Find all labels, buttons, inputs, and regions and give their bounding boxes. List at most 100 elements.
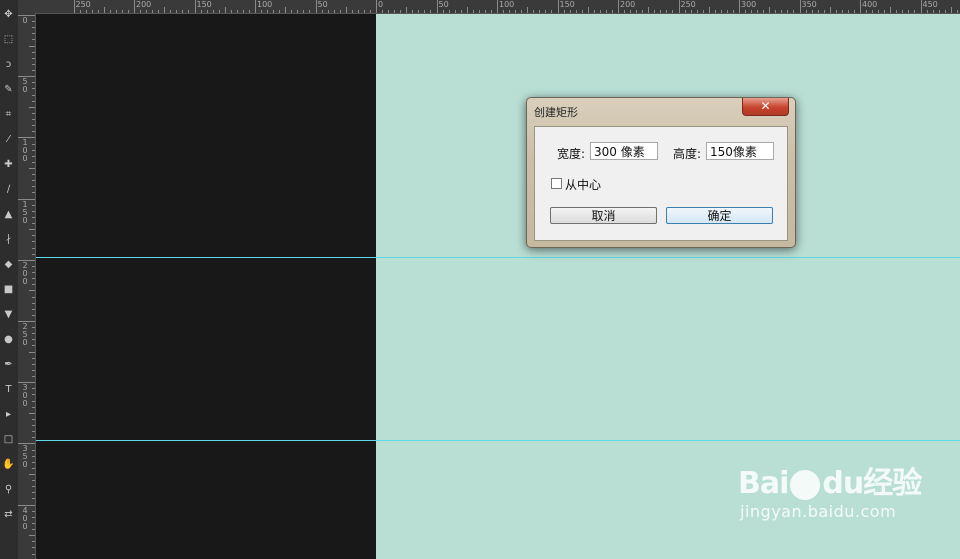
- width-label: 宽度:: [557, 147, 586, 161]
- ruler-tick: [563, 10, 565, 13]
- ruler-tick: [32, 529, 35, 531]
- marquee-tool-icon[interactable]: ⬚: [2, 33, 15, 46]
- ruler-tick: [103, 7, 105, 13]
- from-center-checkbox[interactable]: [551, 178, 562, 189]
- ruler-tick: [841, 10, 843, 13]
- lasso-tool-icon[interactable]: ↄ: [2, 58, 15, 71]
- healing-tool-icon[interactable]: ✚: [2, 158, 15, 171]
- blur-tool-icon[interactable]: ▼: [2, 308, 15, 321]
- ruler-tick: [872, 10, 874, 13]
- ruler-tick: [140, 10, 142, 13]
- horizontal-guide[interactable]: [36, 257, 960, 258]
- ruler-tick: [32, 186, 35, 188]
- ruler-tick: [32, 21, 35, 23]
- ruler-tick: [32, 265, 35, 267]
- quick-select-tool-icon[interactable]: ✎: [2, 83, 15, 96]
- eraser-tool-icon[interactable]: ◆: [2, 258, 15, 271]
- ruler-tick: [950, 7, 952, 13]
- ruler-label: 50: [22, 77, 28, 95]
- ruler-tick: [956, 10, 958, 13]
- ruler-tick: [763, 10, 765, 13]
- ruler-tick: [533, 10, 535, 13]
- ruler-tick: [739, 0, 740, 13]
- ruler-tick: [581, 10, 583, 13]
- rectangle-tool-icon[interactable]: □: [2, 433, 15, 446]
- ruler-tick: [29, 45, 35, 47]
- ruler-tick: [18, 504, 35, 506]
- ruler-tick: [32, 100, 35, 102]
- ruler-tick: [85, 10, 87, 13]
- ruler-tick: [436, 0, 438, 13]
- ruler-tick: [345, 7, 347, 13]
- ruler-tick: [32, 296, 35, 298]
- ruler-tick: [91, 10, 93, 13]
- pen-tool-icon[interactable]: ✒: [2, 358, 15, 371]
- ruler-tick: [732, 10, 734, 13]
- ruler-tick: [781, 10, 783, 13]
- ruler-tick: [418, 10, 420, 13]
- ruler-tick: [575, 10, 577, 13]
- ruler-tick: [430, 10, 432, 13]
- height-input[interactable]: 150像素: [706, 142, 774, 160]
- width-input[interactable]: 300 像素: [590, 142, 658, 160]
- ruler-tick: [521, 10, 523, 13]
- ruler-tick: [109, 10, 111, 13]
- ruler-tick: [775, 10, 777, 13]
- vertical-ruler: 0 50 100 150 200 250 300 350 400: [18, 13, 36, 559]
- type-tool-icon[interactable]: T: [2, 383, 15, 396]
- ruler-tick: [127, 10, 129, 13]
- ruler-tick: [32, 388, 35, 390]
- ruler-tick: [569, 10, 571, 13]
- brush-tool-icon[interactable]: ∕: [2, 183, 15, 196]
- horizontal-guide[interactable]: [36, 440, 960, 441]
- ruler-tick: [32, 553, 35, 555]
- ruler-label: 250: [75, 0, 91, 9]
- zoom-tool-icon[interactable]: ⚲: [2, 483, 15, 496]
- gradient-tool-icon[interactable]: ■: [2, 283, 15, 296]
- ruler-label: 150: [196, 0, 212, 9]
- crop-tool-icon[interactable]: ⌗: [2, 108, 15, 121]
- stamp-tool-icon[interactable]: ▲: [2, 208, 15, 221]
- ruler-tick: [624, 10, 626, 13]
- ruler-tick: [32, 418, 35, 420]
- ruler-tick: [406, 7, 408, 13]
- ruler-tick: [18, 382, 35, 384]
- ruler-tick: [261, 10, 263, 13]
- ruler-label: 200: [22, 260, 28, 286]
- hand-tool-icon[interactable]: ✋: [2, 458, 15, 471]
- ruler-tick: [702, 10, 704, 13]
- ruler-tick: [684, 10, 686, 13]
- ruler-tick: [32, 425, 35, 427]
- swap-colors-icon[interactable]: ⇄: [2, 508, 15, 521]
- ruler-tick: [932, 10, 934, 13]
- ruler-tick: [32, 547, 35, 549]
- ruler-tick: [599, 10, 601, 13]
- ruler-tick: [690, 10, 692, 13]
- dodge-tool-icon[interactable]: ●: [2, 333, 15, 346]
- cancel-button[interactable]: 取消: [550, 207, 657, 224]
- ruler-tick: [382, 10, 384, 13]
- ruler-tick: [32, 33, 35, 35]
- history-brush-tool-icon[interactable]: ∤: [2, 233, 15, 246]
- ruler-tick: [315, 0, 317, 13]
- ruler-tick: [32, 119, 35, 121]
- ruler-tick: [817, 10, 819, 13]
- ruler-tick: [472, 10, 474, 13]
- ruler-tick: [32, 339, 35, 341]
- close-button[interactable]: ✕: [742, 98, 789, 116]
- ruler-label: 250: [22, 322, 28, 347]
- eyedropper-tool-icon[interactable]: ⁄: [2, 133, 15, 146]
- ruler-tick: [805, 10, 807, 13]
- ruler-label: 400: [862, 0, 878, 9]
- ruler-tick: [769, 7, 771, 13]
- ruler-tick: [18, 15, 35, 16]
- ruler-tick: [708, 7, 710, 13]
- ruler-tick: [279, 10, 281, 13]
- ruler-tick: [18, 321, 35, 322]
- ruler-tick: [255, 0, 256, 13]
- ruler-label: 200: [620, 0, 636, 9]
- ok-button[interactable]: 确定: [666, 207, 773, 224]
- ruler-tick: [32, 541, 35, 543]
- move-tool-icon[interactable]: ✥: [2, 8, 15, 21]
- path-select-tool-icon[interactable]: ▸: [2, 408, 15, 421]
